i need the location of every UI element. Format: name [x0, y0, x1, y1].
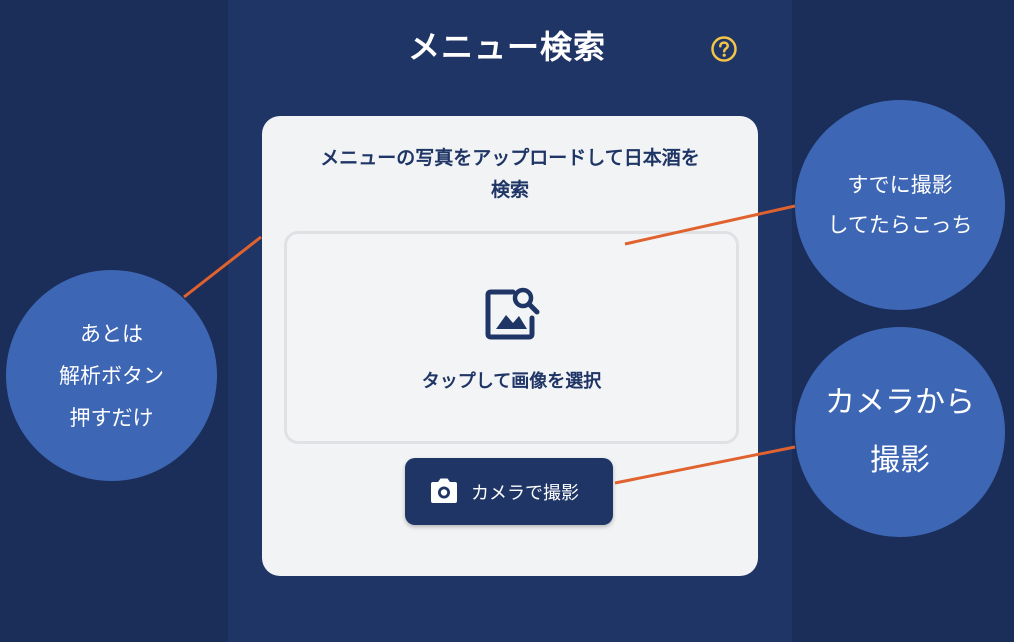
annotation-line: あとは — [80, 321, 143, 346]
annotation-line: 解析ボタン — [59, 363, 164, 388]
annotation-line: すでに撮影 — [847, 173, 953, 197]
image-dropzone[interactable]: タップして画像を選択 — [284, 231, 739, 444]
card-title: メニューの写真をアップロードして日本酒を 検索 — [280, 142, 740, 206]
page-title: メニュー検索 — [407, 28, 606, 66]
annotation-line: カメラから — [825, 385, 975, 420]
annotation-bubble-existing-photo: すでに撮影 してたらこっち — [795, 100, 1005, 310]
annotation-line: 押すだけ — [69, 405, 154, 430]
image-search-icon — [485, 287, 540, 340]
annotation-bubble-analyze: あとは 解析ボタン 押すだけ — [6, 270, 217, 481]
camera-button-label: カメラで撮影 — [471, 483, 579, 504]
upload-card: メニューの写真をアップロードして日本酒を 検索 タップして画像を選択 カメラで撮… — [262, 116, 758, 576]
card-title-line2: 検索 — [490, 179, 529, 201]
dropzone-label: タップして画像を選択 — [421, 371, 602, 392]
annotation-bubble-camera: カメラから 撮影 — [795, 327, 1005, 537]
annotation-line: 撮影 — [870, 443, 930, 478]
annotation-line: してたらこっち — [827, 213, 973, 237]
card-title-line1: メニューの写真をアップロードして日本酒を — [320, 147, 700, 169]
camera-capture-button[interactable]: カメラで撮影 — [405, 458, 613, 525]
camera-icon — [431, 478, 457, 503]
help-circle-icon[interactable] — [710, 35, 738, 63]
